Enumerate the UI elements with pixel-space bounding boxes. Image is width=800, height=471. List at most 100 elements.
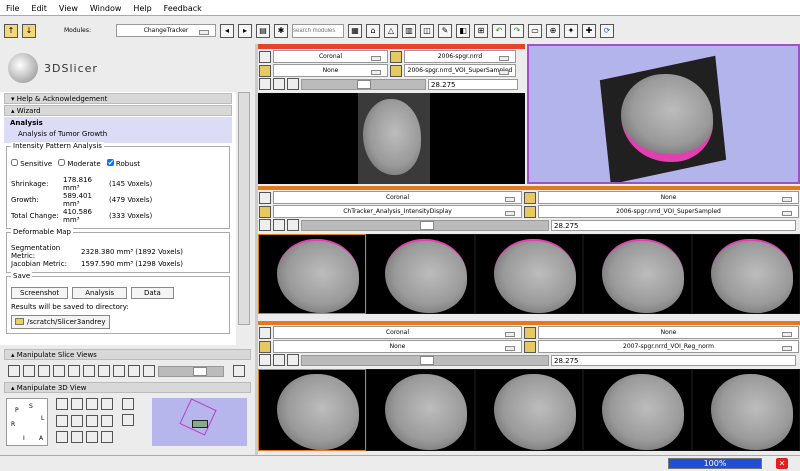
slice-offset-value[interactable]: 28.275 bbox=[551, 354, 796, 366]
menu-file[interactable]: File bbox=[6, 4, 19, 13]
foreground-select[interactable]: 2006-spgr.nrrd bbox=[404, 50, 516, 63]
module-history-icon[interactable]: ▤ bbox=[256, 23, 270, 38]
models-icon[interactable]: ◫ bbox=[420, 23, 434, 38]
annotation-icon[interactable] bbox=[53, 365, 65, 377]
fit-view-icon[interactable] bbox=[287, 78, 299, 90]
roll-icon[interactable] bbox=[56, 414, 68, 427]
slice-image[interactable] bbox=[366, 234, 475, 314]
crosshair-icon[interactable] bbox=[83, 365, 95, 377]
manip-3d-header[interactable]: ▴ Manipulate 3D View bbox=[4, 382, 251, 393]
screenshot-button[interactable]: Screenshot bbox=[11, 287, 69, 299]
moderate-checkbox[interactable]: Moderate bbox=[58, 159, 101, 168]
slice-offset-slider[interactable] bbox=[301, 219, 549, 231]
sensitive-checkbox[interactable]: Sensitive bbox=[11, 159, 52, 168]
slice-image[interactable] bbox=[366, 369, 475, 451]
slice-bg-icon[interactable] bbox=[38, 365, 50, 377]
load-scene-icon[interactable]: ↑ bbox=[4, 23, 18, 38]
unlink-icon[interactable] bbox=[143, 365, 155, 377]
menu-help[interactable]: Help bbox=[133, 4, 151, 13]
slice-orientation-icon[interactable] bbox=[259, 191, 271, 204]
slice-image[interactable] bbox=[583, 369, 692, 451]
tree-icon[interactable]: △ bbox=[384, 23, 398, 38]
bg-volume-icon[interactable] bbox=[524, 340, 536, 353]
slice-image[interactable] bbox=[258, 93, 525, 184]
volumes-icon[interactable]: ▥ bbox=[402, 23, 416, 38]
fit-icon[interactable] bbox=[113, 365, 125, 377]
manip-slice-header[interactable]: ▴ Manipulate Slice Views bbox=[4, 349, 251, 360]
background-select[interactable]: 2006-spgr.nrrd_VOI_SuperSampled bbox=[538, 205, 800, 218]
slice-eye-icon[interactable] bbox=[8, 365, 20, 377]
directory-button[interactable]: /scratch/Slicer3andrey bbox=[11, 315, 110, 329]
camera-icon[interactable] bbox=[86, 414, 98, 427]
search-modules-input[interactable] bbox=[292, 23, 344, 38]
slice-image[interactable] bbox=[691, 234, 800, 314]
data-module-icon[interactable]: ▦ bbox=[348, 23, 362, 38]
menu-window[interactable]: Window bbox=[90, 4, 122, 13]
panel-scrollbar[interactable] bbox=[238, 92, 250, 325]
prev-module-icon[interactable]: ◂ bbox=[220, 23, 234, 38]
next-module-icon[interactable]: ▸ bbox=[238, 23, 252, 38]
save-scene-icon[interactable]: ↓ bbox=[22, 23, 36, 38]
fg-volume-icon[interactable] bbox=[390, 50, 402, 63]
refresh-icon[interactable]: ⟳ bbox=[600, 23, 614, 38]
menu-edit[interactable]: Edit bbox=[31, 4, 47, 13]
label-select[interactable]: ChTracker_Analysis_IntensityDisplay bbox=[272, 205, 523, 218]
editor-icon[interactable]: ✎ bbox=[438, 23, 452, 38]
label-volume-icon[interactable] bbox=[259, 64, 271, 77]
robust-checkbox[interactable]: Robust bbox=[106, 159, 140, 168]
slice-image[interactable] bbox=[691, 369, 800, 451]
slice-image[interactable] bbox=[583, 234, 692, 314]
label-select[interactable]: None bbox=[273, 64, 388, 77]
label-outline-icon[interactable] bbox=[68, 365, 80, 377]
cube-icon[interactable] bbox=[71, 414, 83, 427]
menu-view[interactable]: View bbox=[59, 4, 78, 13]
data-button[interactable]: Data bbox=[131, 287, 174, 299]
fiducials-icon[interactable]: ◧ bbox=[456, 23, 470, 38]
more-options-icon[interactable] bbox=[273, 219, 285, 231]
3d-view[interactable] bbox=[527, 44, 800, 184]
fg-volume-icon[interactable] bbox=[524, 191, 536, 204]
bg-volume-icon[interactable] bbox=[390, 64, 402, 77]
zoom-in-icon[interactable] bbox=[101, 398, 113, 410]
opacity-icon[interactable] bbox=[233, 365, 245, 377]
orientation-select[interactable]: Coronal bbox=[273, 50, 388, 63]
label-volume-icon[interactable] bbox=[259, 340, 271, 353]
more-options-icon[interactable] bbox=[273, 78, 285, 90]
foreground-select[interactable]: None bbox=[538, 191, 800, 204]
slice-image[interactable] bbox=[474, 234, 584, 314]
grid-icon[interactable] bbox=[98, 365, 110, 377]
yaw-icon[interactable] bbox=[56, 431, 68, 444]
foreground-select[interactable]: None bbox=[538, 326, 800, 339]
slice-orientation-icon[interactable] bbox=[259, 326, 271, 339]
slice-image[interactable] bbox=[258, 234, 367, 314]
slice-orientation-icon[interactable] bbox=[259, 50, 271, 63]
place-icon[interactable]: ✦ bbox=[564, 23, 578, 38]
slice-offset-value[interactable]: 28.275 bbox=[428, 78, 518, 90]
orientation-widget[interactable]: P S R L I A bbox=[6, 398, 48, 446]
help-section-header[interactable]: ▾ Help & Acknowledgement bbox=[4, 93, 232, 104]
module-list-icon[interactable]: ✱ bbox=[274, 23, 288, 38]
label-volume-icon[interactable] bbox=[259, 205, 271, 218]
redo-icon[interactable]: ↷ bbox=[510, 23, 524, 38]
pitch-icon[interactable] bbox=[56, 398, 68, 410]
wizard-section-header[interactable]: ▴ Wizard bbox=[4, 105, 232, 116]
center-icon[interactable] bbox=[71, 398, 83, 410]
stereo-icon[interactable] bbox=[86, 431, 98, 444]
zoom-out-icon[interactable] bbox=[101, 414, 113, 427]
fit-view-icon[interactable] bbox=[287, 354, 299, 366]
background-select[interactable]: 2006-spgr.nrrd_VOI_SuperSampled bbox=[404, 64, 516, 77]
transforms-icon[interactable]: ⊞ bbox=[474, 23, 488, 38]
visibility-icon[interactable] bbox=[71, 431, 83, 444]
fit-view-icon[interactable] bbox=[287, 219, 299, 231]
slice-offset-slider[interactable] bbox=[301, 78, 426, 90]
bg-volume-icon[interactable] bbox=[524, 205, 536, 218]
error-icon[interactable]: ✕ bbox=[776, 458, 788, 469]
link-views-icon[interactable] bbox=[259, 78, 271, 90]
spin-icon[interactable] bbox=[122, 398, 134, 410]
fg-volume-icon[interactable] bbox=[524, 326, 536, 339]
rock-icon[interactable] bbox=[122, 414, 134, 426]
link-views-icon[interactable] bbox=[259, 219, 271, 231]
slice-offset-slider[interactable] bbox=[301, 354, 549, 366]
background-select[interactable]: 2007-spgr.nrrd_VOI_Reg_norm bbox=[538, 340, 800, 353]
orientation-select[interactable]: Coronal bbox=[272, 326, 523, 339]
